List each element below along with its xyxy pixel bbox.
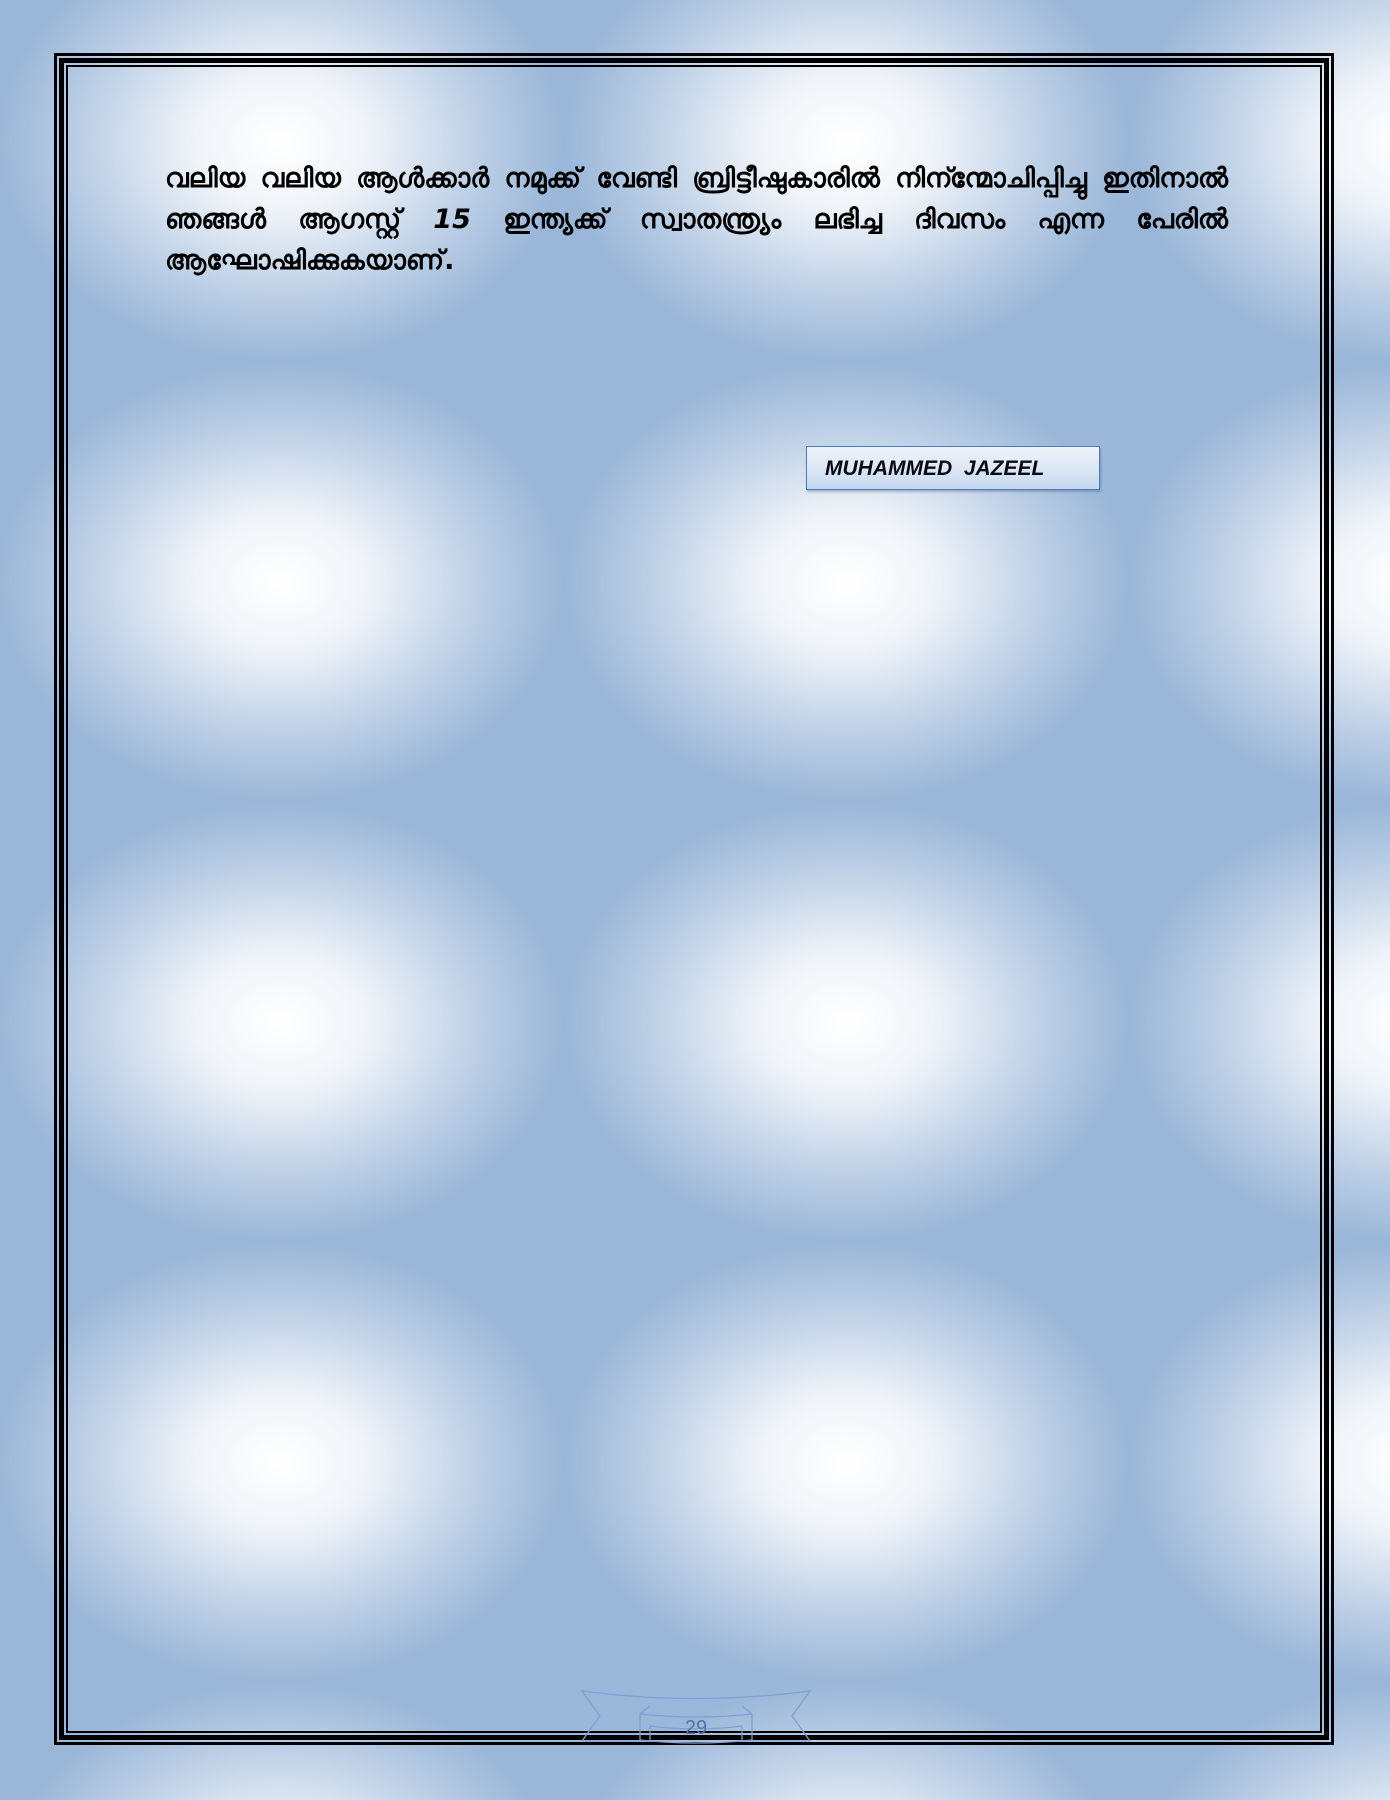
paragraph-number: 15 <box>433 204 471 235</box>
page-number: 29 <box>684 1717 708 1739</box>
author-name: MUHAMMED JAZEEL <box>825 457 1045 480</box>
author-name-box: MUHAMMED JAZEEL <box>806 446 1100 490</box>
body-paragraph: വലിയ വലിയ ആൾക്കാർ നമുക്ക് വേണ്ടി ബ്രിട്ട… <box>165 158 1228 281</box>
page-border-inner <box>66 65 1322 1733</box>
